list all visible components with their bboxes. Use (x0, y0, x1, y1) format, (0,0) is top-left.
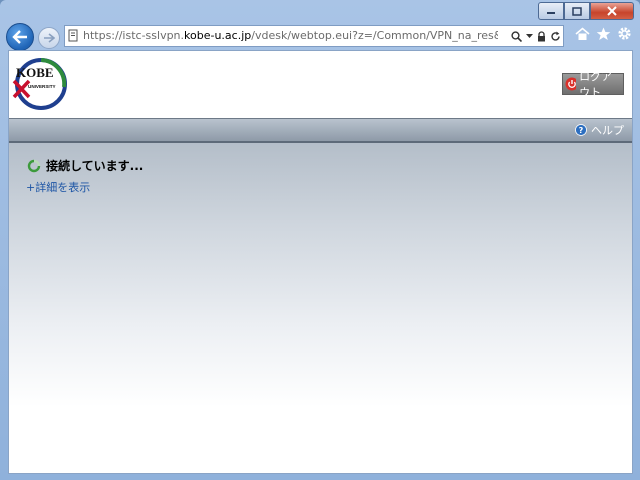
help-question-icon: ? (575, 124, 587, 136)
main-panel: 接続しています... +詳細を表示 (9, 143, 632, 473)
logout-button[interactable]: ログアウト (562, 70, 624, 99)
navigation-bar: https://istc-sslvpn.kobe-u.ac.jp/vdesk/w… (0, 23, 640, 51)
power-icon (565, 77, 577, 91)
page-content: KOBE UNIVERSITY ログアウト ? ヘルプ 接続しています... +… (8, 50, 633, 474)
url-path: /vdesk/webtop.eui?z=/Common/VPN_na_res&w… (251, 29, 498, 42)
svg-text:?: ? (579, 126, 584, 135)
forward-button[interactable] (38, 27, 60, 49)
page-header: KOBE UNIVERSITY ログアウト (9, 51, 632, 118)
favorites-star-icon[interactable] (596, 27, 611, 41)
close-icon (607, 6, 617, 16)
search-icon[interactable] (511, 30, 522, 42)
maximize-button[interactable] (564, 2, 590, 20)
url-prefix: https://istc-sslvpn. (83, 29, 185, 42)
refresh-icon[interactable] (550, 31, 561, 42)
help-link[interactable]: ? ヘルプ (575, 122, 624, 138)
dropdown-arrow-icon[interactable] (526, 33, 533, 39)
window-caption-buttons (538, 2, 634, 20)
page-icon (68, 29, 78, 42)
close-window-button[interactable] (590, 2, 634, 20)
help-label: ヘルプ (591, 124, 624, 137)
browser-window: https://istc-sslvpn.kobe-u.ac.jp/vdesk/w… (0, 0, 640, 480)
kobe-university-logo: KOBE UNIVERSITY (11, 57, 71, 111)
address-bar[interactable]: https://istc-sslvpn.kobe-u.ac.jp/vdesk/w… (64, 25, 564, 47)
gear-icon[interactable] (617, 26, 632, 41)
connection-status: 接続しています... (27, 157, 143, 174)
logout-label: ログアウト (579, 70, 613, 99)
url-text: https://istc-sslvpn.kobe-u.ac.jp/vdesk/w… (83, 26, 498, 46)
status-text: 接続しています... (46, 159, 144, 173)
back-button[interactable] (6, 23, 34, 51)
logo-subtext: UNIVERSITY (28, 84, 56, 89)
home-icon[interactable] (575, 26, 590, 41)
lock-icon[interactable] (537, 30, 546, 42)
browser-toolbar-icons (575, 26, 632, 41)
url-domain: kobe-u.ac.jp (184, 29, 252, 42)
forward-arrow-icon (44, 33, 55, 43)
minimize-button[interactable] (538, 2, 564, 20)
loading-spinner-icon (27, 159, 41, 172)
show-details-link[interactable]: +詳細を表示 (26, 179, 90, 195)
back-arrow-icon (12, 30, 27, 44)
help-bar: ? ヘルプ (9, 118, 632, 143)
logo-text: KOBE (16, 65, 54, 80)
